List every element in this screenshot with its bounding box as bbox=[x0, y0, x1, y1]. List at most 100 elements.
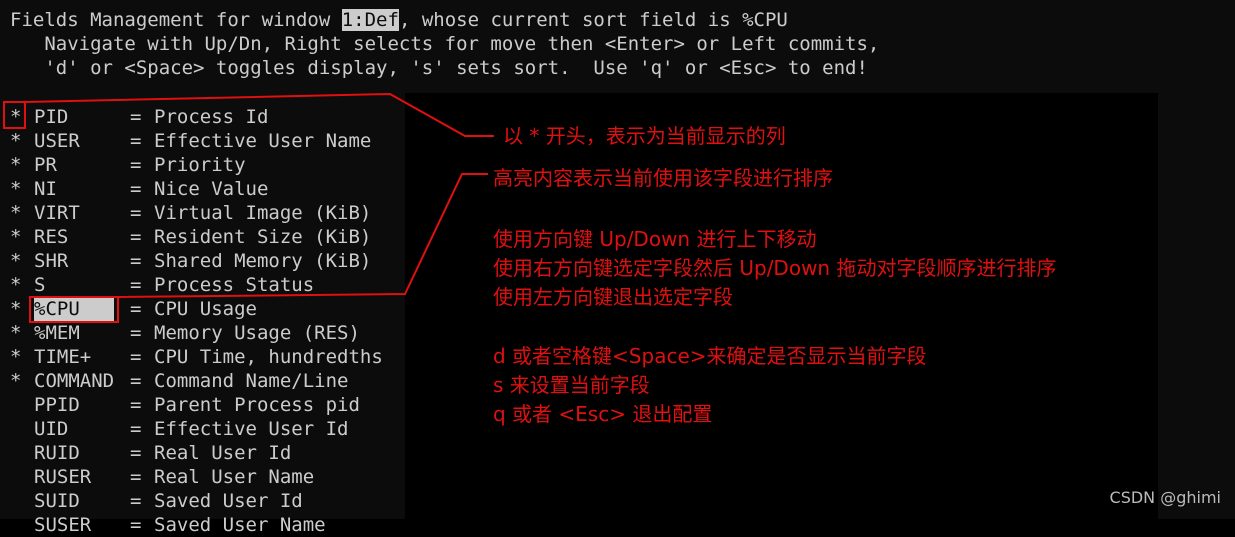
field-row-res[interactable]: * RES = Resident Size (KiB) bbox=[10, 225, 371, 249]
field-code: USER bbox=[34, 130, 80, 152]
header-line-1: Fields Management for window 1:Def, whos… bbox=[10, 8, 788, 32]
field-description: Process Id bbox=[154, 106, 269, 128]
annotation-exit-select: 使用左方向键退出选定字段 bbox=[493, 285, 733, 309]
field-code: S bbox=[34, 274, 46, 296]
annotation-highlight-sort: 高亮内容表示当前使用该字段进行排序 bbox=[493, 166, 833, 190]
annotation-quit: q 或者 <Esc> 退出配置 bbox=[493, 402, 713, 426]
field-description: Real User Id bbox=[154, 442, 292, 464]
terminal-window: Fields Management for window 1:Def, whos… bbox=[0, 0, 1235, 536]
equals-sign: = bbox=[130, 490, 142, 512]
field-code: RUSER bbox=[34, 466, 92, 488]
field-description: Effective User Name bbox=[154, 130, 372, 152]
annotation-reorder: 使用右方向键选定字段然后 Up/Down 拖动对字段顺序进行排序 bbox=[493, 256, 1057, 280]
header-prefix: Fields Management for window bbox=[10, 9, 342, 31]
equals-sign: = bbox=[130, 370, 142, 392]
equals-sign: = bbox=[130, 514, 142, 536]
field-description: CPU Usage bbox=[154, 298, 257, 320]
header-suffix: , whose current sort field is %CPU bbox=[398, 9, 788, 31]
field-row-ruser[interactable]: RUSER = Real User Name bbox=[10, 465, 314, 489]
field-code: PPID bbox=[34, 394, 80, 416]
field-row-uid[interactable]: UID = Effective User Id bbox=[10, 417, 348, 441]
field-row-suser[interactable]: SUSER = Saved User Name bbox=[10, 513, 326, 537]
field-row-cpu[interactable]: * %CPU = CPU Usage bbox=[10, 297, 257, 321]
field-code: PID bbox=[34, 106, 69, 128]
equals-sign: = bbox=[130, 226, 142, 248]
equals-sign: = bbox=[130, 394, 142, 416]
field-row-suid[interactable]: SUID = Saved User Id bbox=[10, 489, 303, 513]
field-row-mem[interactable]: * %MEM = Memory Usage (RES) bbox=[10, 321, 360, 345]
field-row-s[interactable]: * S = Process Status bbox=[10, 273, 314, 297]
equals-sign: = bbox=[130, 178, 142, 200]
display-marker: * bbox=[10, 274, 22, 296]
field-description: Process Status bbox=[154, 274, 315, 296]
display-marker: * bbox=[10, 106, 22, 128]
annotation-navigate: 使用方向键 Up/Down 进行上下移动 bbox=[493, 227, 817, 251]
field-row-ppid[interactable]: PPID = Parent Process pid bbox=[10, 393, 360, 417]
equals-sign: = bbox=[130, 322, 142, 344]
field-code: SUSER bbox=[34, 514, 92, 536]
equals-sign: = bbox=[130, 130, 142, 152]
field-description: CPU Time, hundredths bbox=[154, 346, 383, 368]
field-row-command[interactable]: * COMMAND = Command Name/Line bbox=[10, 369, 348, 393]
field-code: RUID bbox=[34, 442, 80, 464]
annotation-toggle-display: d 或者空格键<Space>来确定是否显示当前字段 bbox=[493, 344, 927, 368]
field-code: NI bbox=[34, 178, 57, 200]
display-marker: * bbox=[10, 370, 22, 392]
display-marker: * bbox=[10, 250, 22, 272]
equals-sign: = bbox=[130, 154, 142, 176]
annotation-displayed-marker: 以 * 开头，表示为当前显示的列 bbox=[503, 124, 786, 148]
equals-sign: = bbox=[130, 466, 142, 488]
field-description: Effective User Id bbox=[154, 418, 349, 440]
field-code: PR bbox=[34, 154, 57, 176]
equals-sign: = bbox=[130, 202, 142, 224]
field-description: Command Name/Line bbox=[154, 370, 349, 392]
field-description: Resident Size (KiB) bbox=[154, 226, 372, 248]
display-marker: * bbox=[10, 202, 22, 224]
equals-sign: = bbox=[130, 346, 142, 368]
field-description: Saved User Name bbox=[154, 514, 326, 536]
field-description: Virtual Image (KiB) bbox=[154, 202, 372, 224]
field-code: SUID bbox=[34, 490, 80, 512]
header-line-3: 'd' or <Space> toggles display, 's' sets… bbox=[10, 57, 868, 79]
display-marker: * bbox=[10, 226, 22, 248]
equals-sign: = bbox=[130, 106, 142, 128]
annotation-set-sort: s 来设置当前字段 bbox=[493, 373, 650, 397]
display-marker: * bbox=[10, 322, 22, 344]
field-code: VIRT bbox=[34, 202, 80, 224]
field-row-virt[interactable]: * VIRT = Virtual Image (KiB) bbox=[10, 201, 371, 225]
field-code: %CPU bbox=[34, 297, 114, 321]
equals-sign: = bbox=[130, 442, 142, 464]
field-description: Real User Name bbox=[154, 466, 315, 488]
field-row-pid[interactable]: * PID = Process Id bbox=[10, 105, 268, 129]
display-marker: * bbox=[10, 154, 22, 176]
equals-sign: = bbox=[130, 298, 142, 320]
field-description: Saved User Id bbox=[154, 490, 303, 512]
display-marker: * bbox=[10, 346, 22, 368]
header-line-2: Navigate with Up/Dn, Right selects for m… bbox=[10, 33, 880, 55]
equals-sign: = bbox=[130, 250, 142, 272]
field-row-shr[interactable]: * SHR = Shared Memory (KiB) bbox=[10, 249, 371, 273]
field-row-ni[interactable]: * NI = Nice Value bbox=[10, 177, 268, 201]
field-row-time[interactable]: * TIME+ = CPU Time, hundredths bbox=[10, 345, 383, 369]
field-code: SHR bbox=[34, 250, 69, 272]
field-row-pr[interactable]: * PR = Priority bbox=[10, 153, 246, 177]
field-row-ruid[interactable]: RUID = Real User Id bbox=[10, 441, 291, 465]
field-description: Priority bbox=[154, 154, 246, 176]
field-code: RES bbox=[34, 226, 69, 248]
display-marker: * bbox=[10, 130, 22, 152]
field-code: %MEM bbox=[34, 322, 80, 344]
field-code: UID bbox=[34, 418, 69, 440]
field-code: TIME+ bbox=[34, 346, 92, 368]
display-marker: * bbox=[10, 298, 22, 320]
equals-sign: = bbox=[130, 418, 142, 440]
field-description: Memory Usage (RES) bbox=[154, 322, 360, 344]
display-marker: * bbox=[10, 178, 22, 200]
watermark: CSDN @ghimi bbox=[1109, 488, 1221, 507]
field-description: Parent Process pid bbox=[154, 394, 360, 416]
window-name-highlight: 1:Def bbox=[341, 9, 399, 31]
field-description: Shared Memory (KiB) bbox=[154, 250, 372, 272]
field-code: COMMAND bbox=[34, 370, 115, 392]
field-description: Nice Value bbox=[154, 178, 269, 200]
field-row-user[interactable]: * USER = Effective User Name bbox=[10, 129, 371, 153]
equals-sign: = bbox=[130, 274, 142, 296]
